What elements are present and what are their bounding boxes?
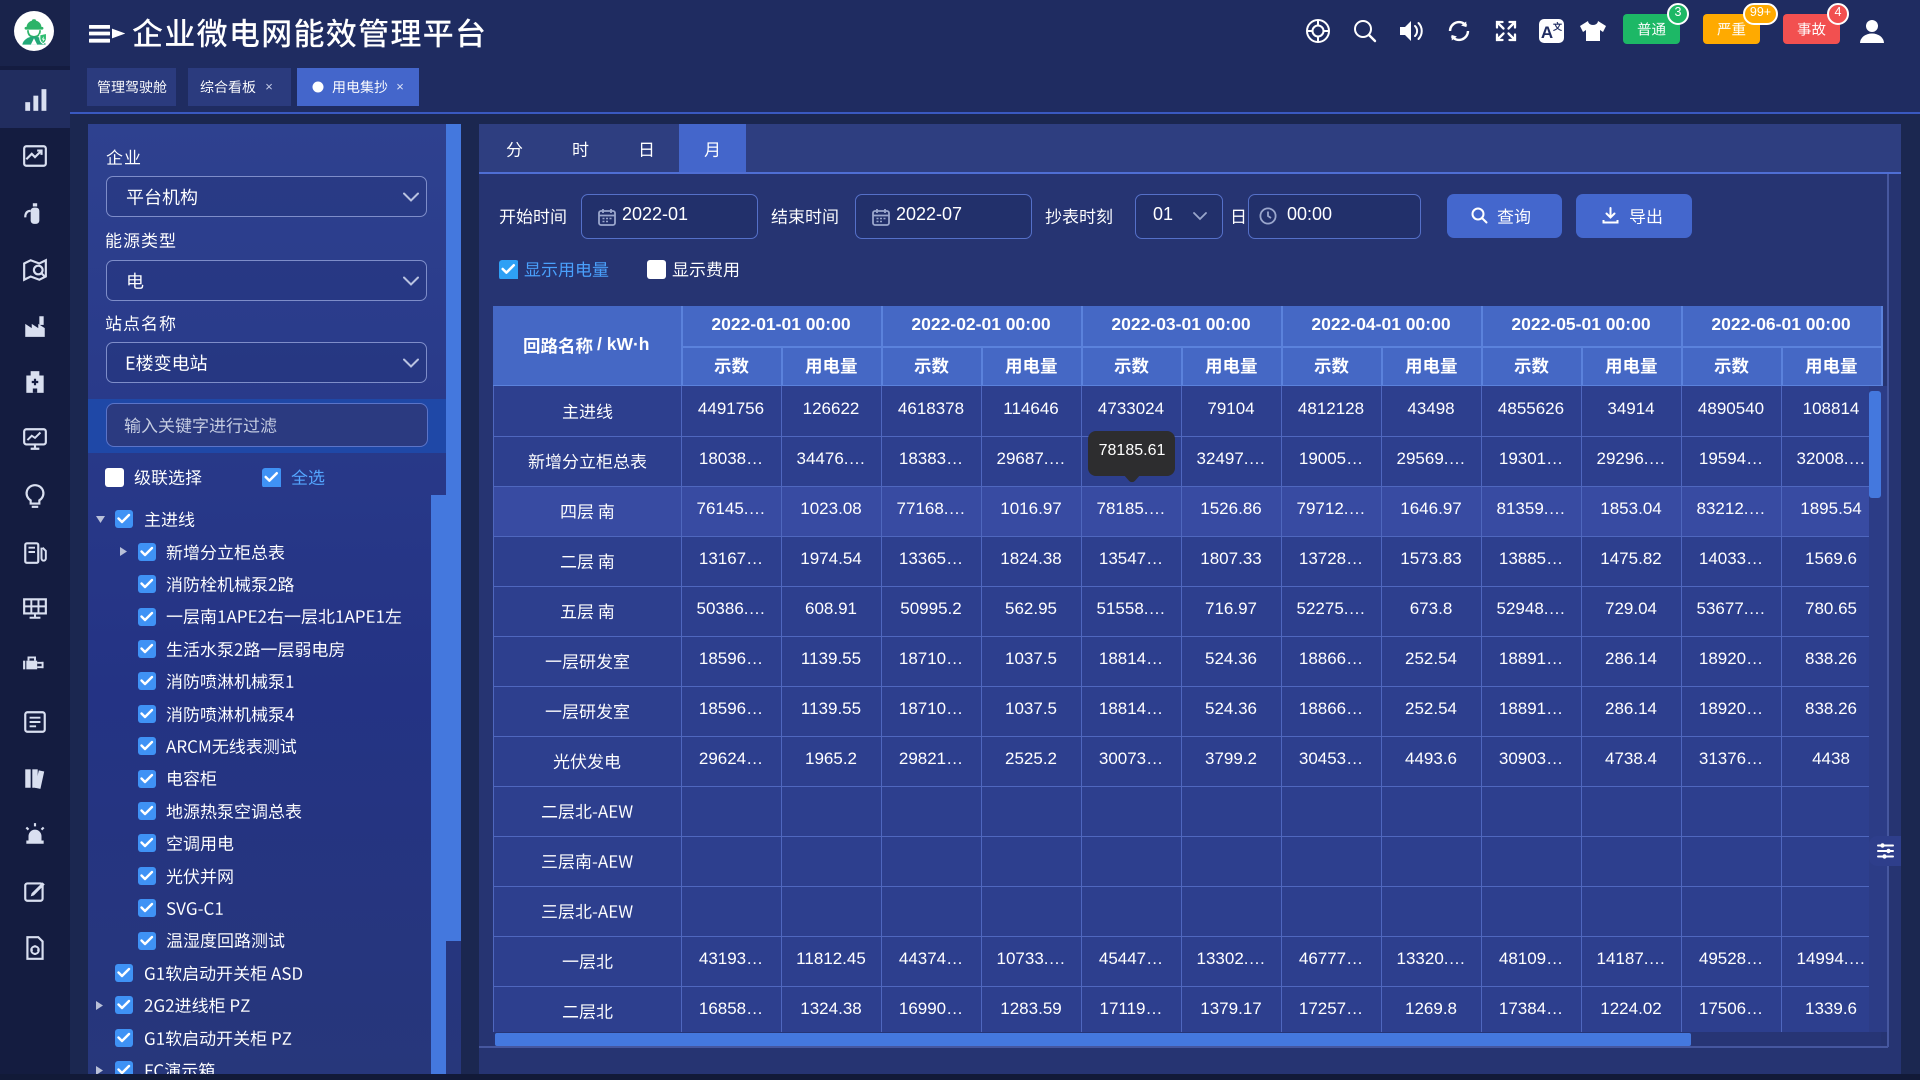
svg-text:A: A (1541, 23, 1553, 42)
svg-text:文: 文 (1552, 21, 1563, 32)
